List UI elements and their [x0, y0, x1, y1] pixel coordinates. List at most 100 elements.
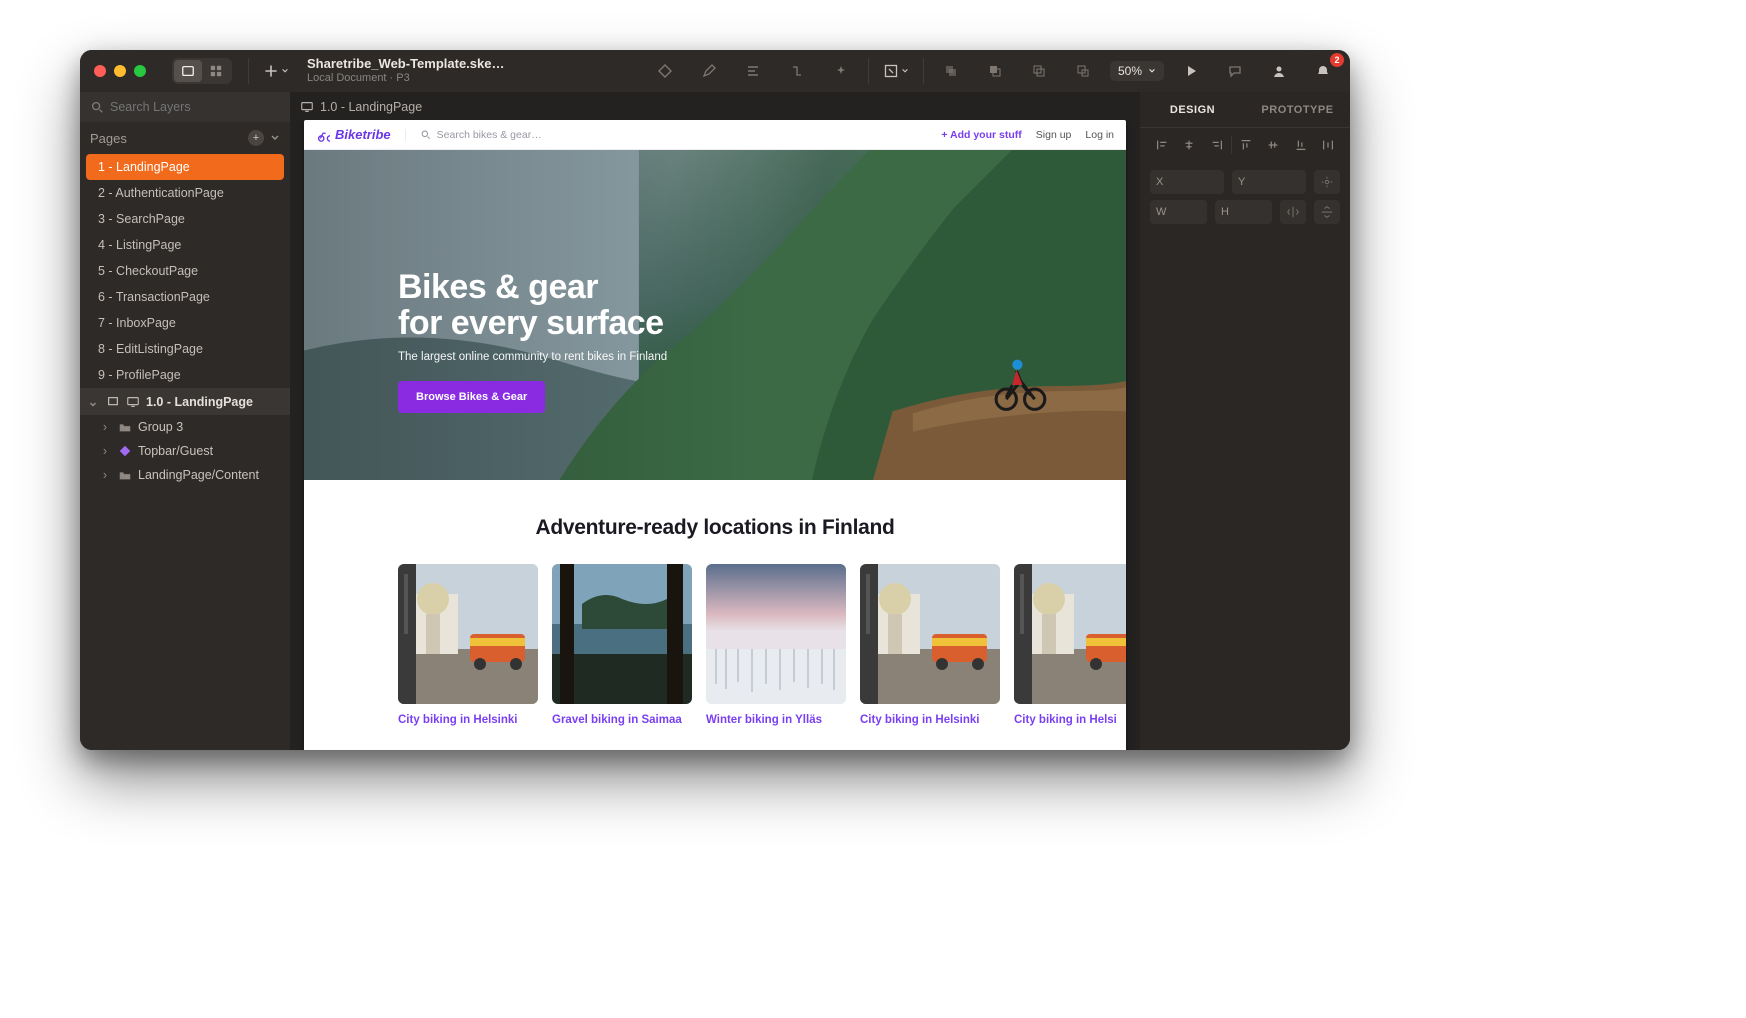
- comments-button[interactable]: [1218, 57, 1252, 85]
- field-label: X: [1156, 176, 1170, 188]
- layer-item[interactable]: ›Topbar/Guest: [80, 439, 290, 463]
- tidy-tool-button[interactable]: [780, 57, 814, 85]
- page-item[interactable]: 2 - AuthenticationPage: [80, 180, 290, 206]
- page-item[interactable]: 1 - LandingPage: [86, 154, 284, 180]
- location-thumb: [1014, 564, 1126, 704]
- artboard-tree-item[interactable]: ⌄ 1.0 - LandingPage: [80, 388, 290, 415]
- bool-union-button[interactable]: [934, 57, 968, 85]
- page-item[interactable]: 4 - ListingPage: [80, 232, 290, 258]
- pages-list: 1 - LandingPage2 - AuthenticationPage3 -…: [80, 154, 290, 388]
- align-right-icon: [1210, 138, 1224, 152]
- align-right-button[interactable]: [1203, 134, 1231, 156]
- page-item[interactable]: 7 - InboxPage: [80, 310, 290, 336]
- nav-signup[interactable]: Sign up: [1036, 129, 1072, 141]
- tab-prototype[interactable]: PROTOTYPE: [1245, 92, 1350, 127]
- close-window-button[interactable]: [94, 65, 106, 77]
- folder-icon: [118, 468, 132, 482]
- search-layers-input[interactable]: [110, 100, 280, 114]
- canvas-icon: [181, 64, 195, 78]
- canvas-area[interactable]: 1.0 - LandingPage Biketribe Search bikes…: [290, 92, 1140, 750]
- flip-h-button[interactable]: [1280, 200, 1306, 224]
- page-item[interactable]: 9 - ProfilePage: [80, 362, 290, 388]
- artboard-icon: [106, 395, 120, 409]
- align-vcenter-button[interactable]: [1259, 134, 1287, 156]
- field-label: Y: [1238, 176, 1252, 188]
- distribute-button[interactable]: [1314, 134, 1342, 156]
- align-top-button[interactable]: [1232, 134, 1260, 156]
- create-symbol-button[interactable]: [648, 57, 682, 85]
- nav-add-listing[interactable]: + Add your stuff: [941, 129, 1021, 141]
- position-x-field[interactable]: X: [1150, 170, 1224, 194]
- location-card[interactable]: City biking in Helsinki: [398, 564, 538, 726]
- flip-v-button[interactable]: [1314, 200, 1340, 224]
- chevron-right-icon[interactable]: ›: [98, 468, 112, 482]
- layer-item[interactable]: ›Group 3: [80, 415, 290, 439]
- nav-login[interactable]: Log in: [1085, 129, 1114, 141]
- bool-subtract-button[interactable]: [978, 57, 1012, 85]
- subtract-icon: [987, 63, 1003, 79]
- site-search[interactable]: Search bikes & gear…: [405, 129, 928, 141]
- location-card[interactable]: City biking in Helsi: [1014, 564, 1126, 726]
- edit-tool-button[interactable]: [692, 57, 726, 85]
- tab-design[interactable]: DESIGN: [1140, 92, 1245, 127]
- page-item[interactable]: 3 - SearchPage: [80, 206, 290, 232]
- plus-icon: [263, 63, 279, 79]
- mask-tool-button[interactable]: [824, 57, 858, 85]
- union-icon: [943, 63, 959, 79]
- location-card[interactable]: City biking in Helsinki: [860, 564, 1000, 726]
- site-logo[interactable]: Biketribe: [316, 127, 391, 142]
- position-y-field[interactable]: Y: [1232, 170, 1306, 194]
- document-subtitle: Local Document · P3: [307, 72, 504, 85]
- align-vcenter-icon: [1266, 138, 1280, 152]
- location-cards-row: City biking in Helsinki Gravel biking in…: [304, 540, 1126, 726]
- play-prototype-button[interactable]: [1174, 57, 1208, 85]
- view-toggle-canvas[interactable]: [174, 60, 202, 82]
- grid-icon: [209, 64, 223, 78]
- notifications-button[interactable]: 2: [1306, 57, 1340, 85]
- bool-intersect-button[interactable]: [1022, 57, 1056, 85]
- search-layers[interactable]: [80, 92, 290, 122]
- chevron-right-icon[interactable]: ›: [98, 420, 112, 434]
- view-toggle-components[interactable]: [202, 60, 230, 82]
- account-button[interactable]: [1262, 57, 1296, 85]
- artboard-tree-label: 1.0 - LandingPage: [146, 395, 253, 409]
- align-tool-button[interactable]: [736, 57, 770, 85]
- page-item[interactable]: 6 - TransactionPage: [80, 284, 290, 310]
- page-item[interactable]: 8 - EditListingPage: [80, 336, 290, 362]
- location-card[interactable]: Gravel biking in Saimaa: [552, 564, 692, 726]
- size-h-field[interactable]: H: [1215, 200, 1272, 224]
- canvas-artboard-name: 1.0 - LandingPage: [320, 100, 422, 114]
- location-thumb: [398, 564, 538, 704]
- bell-icon: [1315, 63, 1331, 79]
- folder-icon: [118, 420, 132, 434]
- chevron-down-icon[interactable]: ⌄: [86, 394, 100, 409]
- pages-label: Pages: [90, 131, 127, 146]
- layer-item[interactable]: ›LandingPage/Content: [80, 463, 290, 487]
- minimize-window-button[interactable]: [114, 65, 126, 77]
- size-w-field[interactable]: W: [1150, 200, 1207, 224]
- align-hcenter-button[interactable]: [1176, 134, 1204, 156]
- bike-logo-icon: [316, 128, 330, 142]
- maximize-window-button[interactable]: [134, 65, 146, 77]
- add-page-button[interactable]: +: [248, 130, 264, 146]
- location-card[interactable]: Winter biking in Ylläs: [706, 564, 846, 726]
- chevron-down-icon[interactable]: [270, 133, 280, 143]
- resize-artboard-button[interactable]: [879, 57, 913, 85]
- align-left-button[interactable]: [1148, 134, 1176, 156]
- sidebar-view-toggle[interactable]: [172, 58, 232, 84]
- align-bottom-button[interactable]: [1287, 134, 1315, 156]
- desktop-icon: [300, 100, 314, 114]
- insert-button[interactable]: [259, 57, 293, 85]
- window-controls: [94, 65, 146, 77]
- hero-cta-button[interactable]: Browse Bikes & Gear: [398, 381, 545, 413]
- chevron-right-icon[interactable]: ›: [98, 444, 112, 458]
- zoom-control[interactable]: 50%: [1110, 61, 1164, 81]
- page-item[interactable]: 5 - CheckoutPage: [80, 258, 290, 284]
- canvas-artboard[interactable]: Biketribe Search bikes & gear… + Add you…: [304, 120, 1126, 750]
- location-card-label: City biking in Helsi: [1014, 714, 1126, 726]
- document-title[interactable]: Sharetribe_Web-Template.ske… Local Docum…: [307, 57, 504, 85]
- location-card-label: City biking in Helsinki: [398, 714, 538, 726]
- bool-difference-button[interactable]: [1066, 57, 1100, 85]
- canvas-artboard-label[interactable]: 1.0 - LandingPage: [290, 92, 1140, 120]
- constrain-toggle[interactable]: [1314, 170, 1340, 194]
